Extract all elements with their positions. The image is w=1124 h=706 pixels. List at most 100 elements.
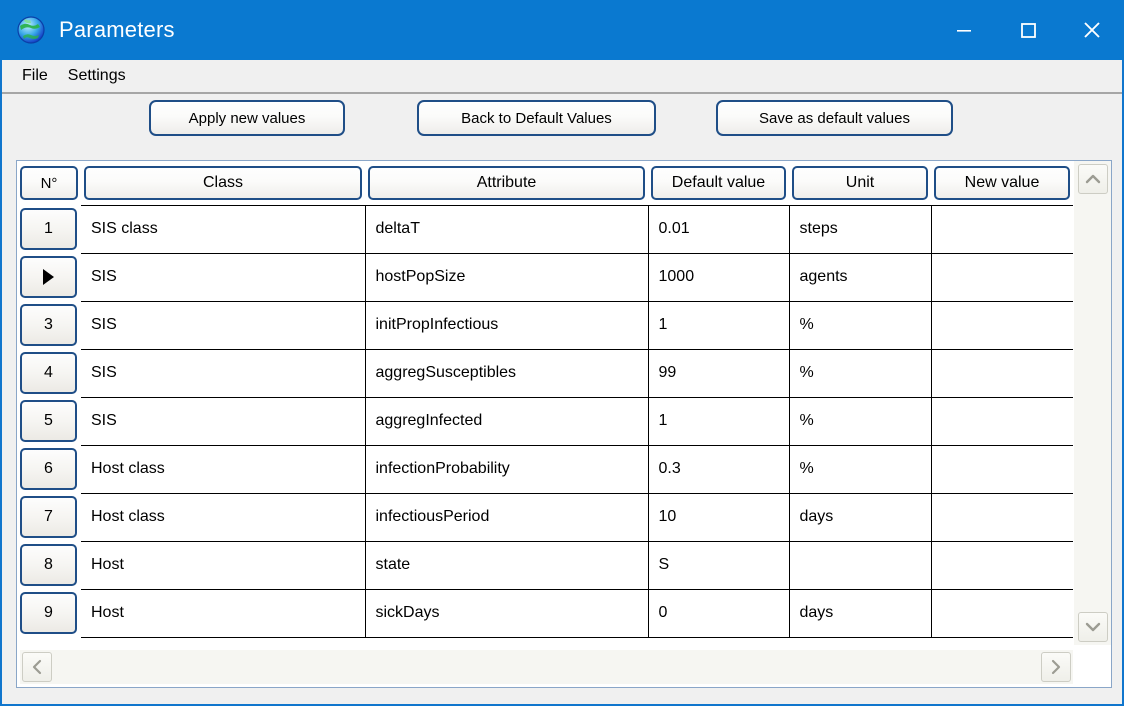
row-number-cell: 5 <box>17 397 81 445</box>
scroll-up-button[interactable] <box>1078 164 1108 194</box>
action-toolbar: Apply new values Back to Default Values … <box>2 94 1122 141</box>
row-cell-class: SIS <box>81 253 365 301</box>
window-title: Parameters <box>59 17 175 43</box>
column-header-unit-button[interactable]: Unit <box>792 166 928 200</box>
row-cell-new-value[interactable] <box>931 205 1073 253</box>
table-row[interactable]: 1SIS classdeltaT0.01steps <box>17 205 1073 253</box>
row-number-cell: 8 <box>17 541 81 589</box>
apply-new-values-button[interactable]: Apply new values <box>149 100 345 136</box>
row-cell-attribute: state <box>365 541 648 589</box>
row-cell-class: Host <box>81 589 365 637</box>
maximize-icon <box>1017 19 1039 41</box>
row-number-button[interactable]: 3 <box>20 304 77 346</box>
row-cell-default-value: 99 <box>648 349 789 397</box>
menu-item-file[interactable]: File <box>12 65 58 87</box>
table-header: N° Class Attribute Default value <box>17 161 1073 205</box>
row-number-cell <box>17 253 81 301</box>
table-scroll-area[interactable]: N° Class Attribute Default value <box>17 161 1073 645</box>
table-row[interactable]: 5SISaggregInfected1% <box>17 397 1073 445</box>
row-number-button[interactable]: 6 <box>20 448 77 490</box>
table-row[interactable]: 4SISaggregSusceptibles99% <box>17 349 1073 397</box>
menu-bar: File Settings <box>2 60 1122 94</box>
back-to-default-values-button[interactable]: Back to Default Values <box>417 100 656 136</box>
row-cell-class: Host class <box>81 445 365 493</box>
chevron-down-icon <box>1085 621 1101 633</box>
row-cell-default-value: 1000 <box>648 253 789 301</box>
table-row[interactable]: 9HostsickDays0days <box>17 589 1073 637</box>
row-cell-new-value[interactable] <box>931 301 1073 349</box>
row-number-cell: 4 <box>17 349 81 397</box>
vertical-scrollbar-track[interactable] <box>1074 194 1111 612</box>
row-cell-attribute: aggregInfected <box>365 397 648 445</box>
column-header-default-value-button[interactable]: Default value <box>651 166 786 200</box>
row-cell-unit: % <box>789 349 931 397</box>
chevron-right-icon <box>1050 659 1062 675</box>
row-cell-new-value[interactable] <box>931 253 1073 301</box>
row-cell-attribute: initPropInfectious <box>365 301 648 349</box>
column-header-num-button[interactable]: N° <box>20 166 78 200</box>
row-cell-new-value[interactable] <box>931 541 1073 589</box>
column-header-class-button[interactable]: Class <box>84 166 362 200</box>
row-cell-default-value: 0.3 <box>648 445 789 493</box>
column-header-default-value: Default value <box>648 161 789 205</box>
close-icon <box>1080 18 1104 42</box>
row-cell-unit: % <box>789 445 931 493</box>
row-number-cell: 1 <box>17 205 81 253</box>
row-number-button[interactable]: 8 <box>20 544 77 586</box>
row-cell-unit: agents <box>789 253 931 301</box>
row-cell-attribute: hostPopSize <box>365 253 648 301</box>
row-number-cell: 9 <box>17 589 81 637</box>
maximize-button[interactable] <box>996 0 1060 60</box>
row-number-button[interactable]: 7 <box>20 496 77 538</box>
column-header-attribute-button[interactable]: Attribute <box>368 166 645 200</box>
row-selector-marker-button[interactable] <box>20 256 77 298</box>
row-cell-new-value[interactable] <box>931 445 1073 493</box>
scroll-down-button[interactable] <box>1078 612 1108 642</box>
globe-icon <box>16 15 46 45</box>
table-row[interactable]: 3SISinitPropInfectious1% <box>17 301 1073 349</box>
table-row[interactable]: SIShostPopSize1000agents <box>17 253 1073 301</box>
table-row[interactable]: 7Host classinfectiousPeriod10days <box>17 493 1073 541</box>
row-cell-new-value[interactable] <box>931 397 1073 445</box>
parameters-table-panel: N° Class Attribute Default value <box>16 160 1112 688</box>
row-cell-new-value[interactable] <box>931 589 1073 637</box>
row-cell-default-value: 0 <box>648 589 789 637</box>
row-number-cell: 3 <box>17 301 81 349</box>
title-bar: Parameters <box>0 0 1124 60</box>
parameters-table: N° Class Attribute Default value <box>17 161 1073 638</box>
menu-item-settings[interactable]: Settings <box>58 65 136 87</box>
row-cell-unit: % <box>789 397 931 445</box>
horizontal-scrollbar-track[interactable] <box>52 650 1041 684</box>
row-cell-unit: days <box>789 493 931 541</box>
table-row[interactable]: 8HoststateS <box>17 541 1073 589</box>
row-number-cell: 7 <box>17 493 81 541</box>
scroll-left-button[interactable] <box>22 652 52 682</box>
minimize-button[interactable] <box>932 0 996 60</box>
table-header-row: N° Class Attribute Default value <box>17 161 1073 205</box>
column-header-new-value-button[interactable]: New value <box>934 166 1070 200</box>
row-number-button[interactable]: 4 <box>20 352 77 394</box>
table-row[interactable]: 6Host classinfectionProbability0.3% <box>17 445 1073 493</box>
row-cell-new-value[interactable] <box>931 493 1073 541</box>
horizontal-scrollbar[interactable] <box>20 650 1073 684</box>
row-cell-unit <box>789 541 931 589</box>
row-cell-new-value[interactable] <box>931 349 1073 397</box>
row-number-button[interactable]: 9 <box>20 592 77 634</box>
row-cell-attribute: deltaT <box>365 205 648 253</box>
row-cell-class: SIS <box>81 397 365 445</box>
row-cell-unit: % <box>789 301 931 349</box>
row-number-button[interactable]: 5 <box>20 400 77 442</box>
column-header-class: Class <box>81 161 365 205</box>
row-cell-class: Host class <box>81 493 365 541</box>
vertical-scrollbar[interactable] <box>1073 161 1111 645</box>
row-cell-attribute: sickDays <box>365 589 648 637</box>
save-as-default-values-button[interactable]: Save as default values <box>716 100 953 136</box>
row-cell-default-value: 1 <box>648 301 789 349</box>
row-number-button[interactable]: 1 <box>20 208 77 250</box>
close-button[interactable] <box>1060 0 1124 60</box>
row-cell-default-value: 1 <box>648 397 789 445</box>
table-rows: 1SIS classdeltaT0.01stepsSIShostPopSize1… <box>17 205 1073 637</box>
row-cell-default-value: S <box>648 541 789 589</box>
scroll-right-button[interactable] <box>1041 652 1071 682</box>
row-cell-default-value: 10 <box>648 493 789 541</box>
